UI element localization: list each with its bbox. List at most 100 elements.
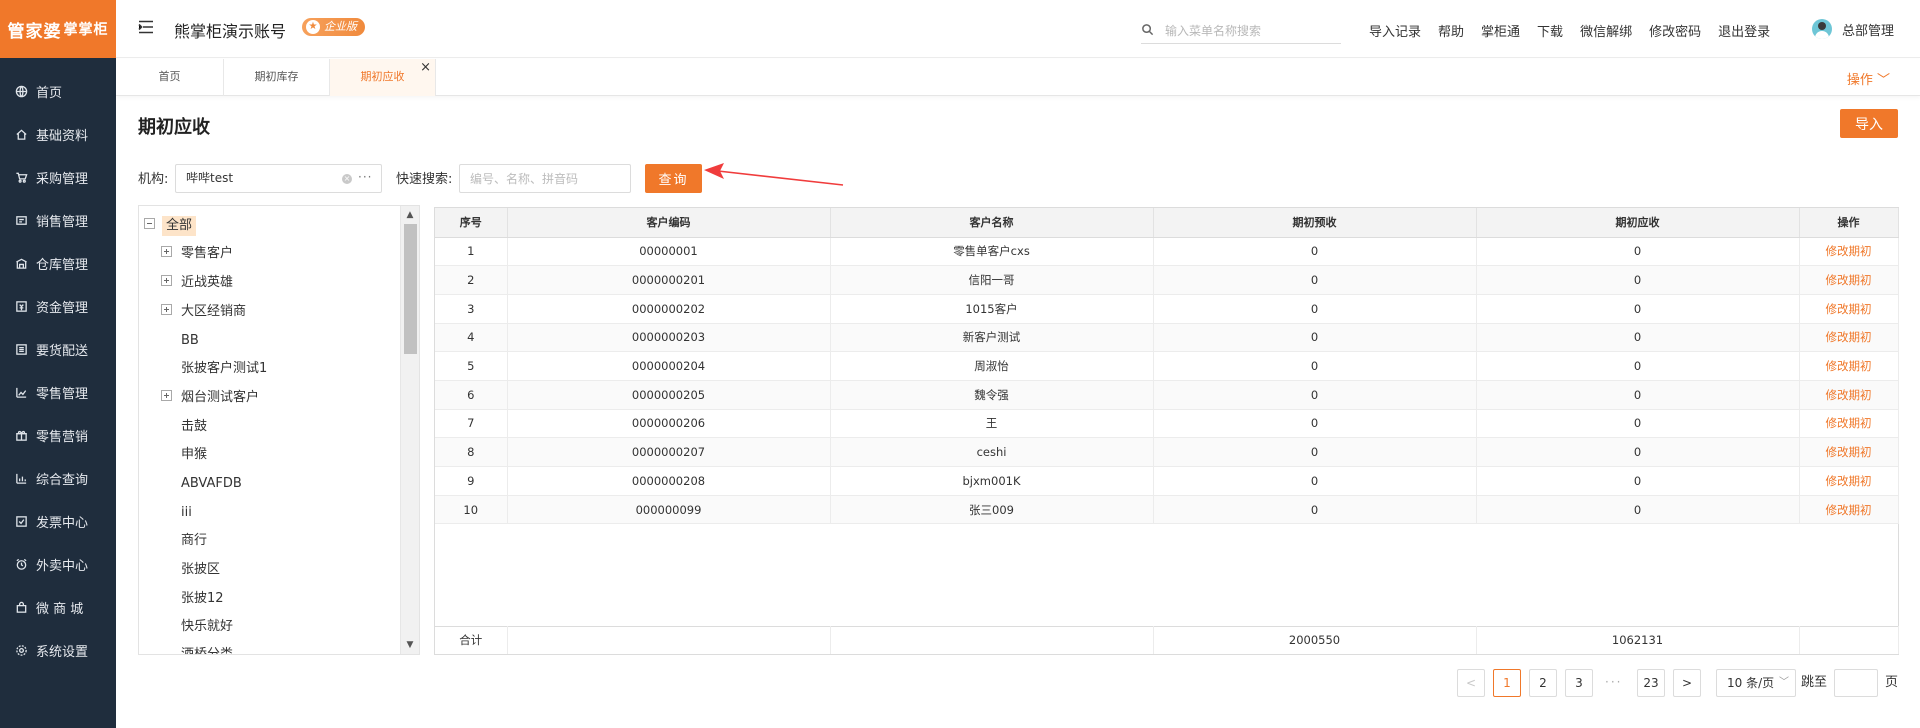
sidebar-item-warehouse[interactable]: 仓库管理 [0,242,116,285]
tree-node[interactable]: 张披12 [181,589,224,609]
sidebar-item-takeout[interactable]: 外卖中心 [0,543,116,586]
tree-node[interactable]: 申猴 [181,445,207,465]
tree-node[interactable]: 商行 [181,531,207,551]
page-2-button[interactable]: 2 [1529,669,1557,697]
top-links: 导入记录 帮助 掌柜通 下载 微信解绑 修改密码 退出登录 [1369,21,1787,40]
col-header-customer-name[interactable]: 客户名称 [830,208,1154,238]
sidebar-item-home[interactable]: 首页 [0,70,116,113]
expand-icon[interactable] [161,246,172,257]
edit-opening-link[interactable]: 修改期初 [1799,237,1899,267]
tree-scrollbar[interactable]: ▲ ▼ [400,206,419,654]
cart-icon [14,171,28,185]
total-prepaid: 2000550 [1153,626,1477,654]
sidebar-item-funds[interactable]: 资金管理 [0,285,116,328]
tree-node[interactable]: 张披客户测试1 [181,359,267,379]
edit-opening-link[interactable]: 修改期初 [1799,466,1899,496]
clear-icon[interactable]: × [342,174,352,184]
page-3-button[interactable]: 3 [1565,669,1593,697]
brand-logo[interactable]: 管家婆 掌掌柜 [0,0,116,58]
sidebar-item-query[interactable]: 综合查询 [0,457,116,500]
link-download[interactable]: 下载 [1537,21,1563,40]
tree-node[interactable]: 酒桥分类 [181,645,233,654]
scroll-up-icon[interactable]: ▲ [405,210,415,220]
tree-node[interactable]: ABVAFDB [181,474,242,494]
more-icon[interactable]: ··· [358,164,372,191]
prev-page-button[interactable]: < [1457,669,1485,697]
link-import-records[interactable]: 导入记录 [1369,21,1421,40]
sidebar-item-purchase[interactable]: 采购管理 [0,156,116,199]
cell: 6 [435,380,508,410]
edit-opening-link[interactable]: 修改期初 [1799,495,1899,525]
scroll-down-icon[interactable]: ▼ [405,640,415,650]
col-header-customer-code[interactable]: 客户编码 [507,208,831,238]
menu-toggle-icon[interactable] [138,20,154,34]
pagination: < 1 2 3 ··· 23 > 10 条/页 ﹀ 跳至 页 [1457,669,1900,697]
delivery-icon [14,343,28,357]
sidebar-item-settings[interactable]: 系统设置 [0,629,116,672]
sidebar-item-mall[interactable]: 微 商 城 [0,586,116,629]
link-wechat-unbind[interactable]: 微信解绑 [1580,21,1632,40]
tab-home[interactable]: 首页 [116,59,224,96]
operations-dropdown[interactable]: 操作 ﹀ [1847,69,1890,88]
import-button[interactable]: 导入 [1840,109,1898,138]
menu-search-input[interactable] [1165,20,1335,42]
sidebar-item-retail[interactable]: 零售管理 [0,371,116,414]
collapse-icon[interactable] [144,218,155,229]
page-1-button[interactable]: 1 [1493,669,1521,697]
sidebar-item-label: 基础资料 [36,129,89,144]
tree-node[interactable]: iii [181,503,192,523]
tree-node[interactable]: 大区经销商 [181,302,246,322]
tree-node[interactable]: 张披区 [181,560,220,580]
cell: 新客户测试 [830,323,1154,353]
expand-icon[interactable] [161,275,172,286]
tree-node[interactable]: 近战英雄 [181,273,233,293]
bag-icon [14,601,28,615]
edit-opening-link[interactable]: 修改期初 [1799,351,1899,381]
user-menu[interactable]: 总部管理 [1812,19,1894,39]
quick-search-input[interactable] [459,164,631,193]
sidebar-item-delivery[interactable]: 要货配送 [0,328,116,371]
star-icon: ★ [306,20,320,34]
tab-opening-receivable[interactable]: 期初应收 × [330,59,436,96]
tree-node[interactable]: 烟台测试客户 [181,388,259,408]
col-header-opening-receivable[interactable]: 期初应收 [1476,208,1800,238]
tree-node-root[interactable]: 全部 [162,216,197,236]
scroll-thumb[interactable] [404,224,417,354]
page-size-select[interactable]: 10 条/页 ﹀ [1716,669,1796,697]
org-selector[interactable]: 哔哔test × ··· [175,164,382,193]
sidebar-item-marketing[interactable]: 零售营销 [0,414,116,457]
edit-opening-link[interactable]: 修改期初 [1799,409,1899,439]
edit-opening-link[interactable]: 修改期初 [1799,265,1899,295]
link-zhanggui-tong[interactable]: 掌柜通 [1481,21,1520,40]
edit-opening-link[interactable]: 修改期初 [1799,437,1899,467]
tab-opening-stock[interactable]: 期初库存 [224,59,330,96]
last-page-button[interactable]: 23 [1637,669,1665,697]
tree-node[interactable]: 快乐就好 [181,617,233,637]
sidebar-item-label: 零售营销 [36,430,89,445]
tree-node[interactable]: 击鼓 [181,417,207,437]
money-icon [14,300,28,314]
link-change-password[interactable]: 修改密码 [1649,21,1701,40]
expand-icon[interactable] [161,304,172,315]
query-button[interactable]: 查询 [645,164,702,193]
next-page-button[interactable]: > [1673,669,1701,697]
more-pages-icon[interactable]: ··· [1605,669,1622,695]
sidebar-item-basic-data[interactable]: 基础资料 [0,113,116,156]
link-help[interactable]: 帮助 [1438,21,1464,40]
cell: 0000000205 [507,380,831,410]
close-icon[interactable]: × [420,50,431,86]
tree-node[interactable]: BB [181,331,199,351]
tree-node[interactable]: 零售客户 [181,244,233,264]
expand-icon[interactable] [161,390,172,401]
sidebar-item-invoice[interactable]: 发票中心 [0,500,116,543]
jump-page-input[interactable] [1834,669,1878,697]
cell: 零售单客户cxs [830,237,1154,267]
cell: 00000001 [507,237,831,267]
sidebar: 管家婆 掌掌柜 首页 基础资料 采购管理 销售管理 仓库管理 资金管理 要货配送… [0,0,116,728]
col-header-opening-prepaid[interactable]: 期初预收 [1153,208,1477,238]
link-logout[interactable]: 退出登录 [1718,21,1770,40]
edit-opening-link[interactable]: 修改期初 [1799,323,1899,353]
edit-opening-link[interactable]: 修改期初 [1799,294,1899,324]
edit-opening-link[interactable]: 修改期初 [1799,380,1899,410]
sidebar-item-sales[interactable]: 销售管理 [0,199,116,242]
